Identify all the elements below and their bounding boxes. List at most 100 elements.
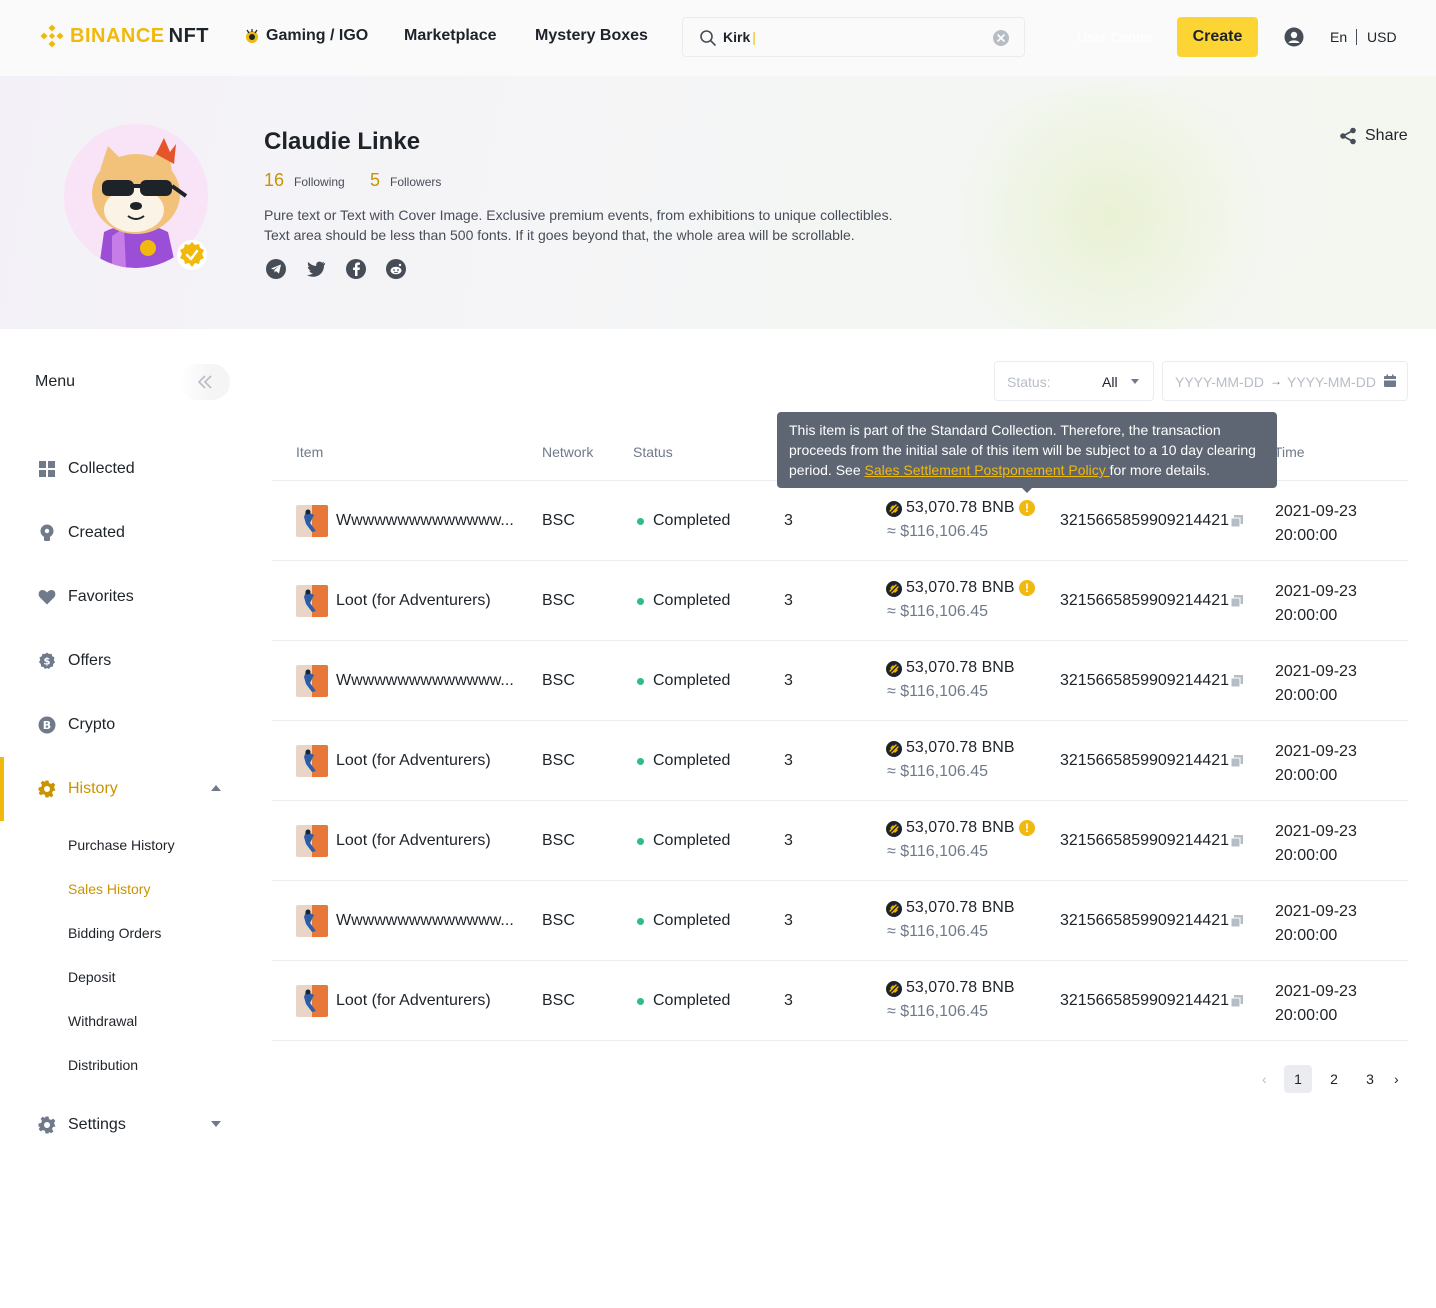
sidebar-item-favorites[interactable]: Favorites (0, 577, 240, 617)
table-row[interactable]: Loot (for Adventurers) BSC Completed 3 53,07… (272, 560, 1408, 640)
sidebar-item-settings[interactable]: Settings (0, 1105, 240, 1145)
nft-thumbnail[interactable] (296, 505, 328, 537)
nav-mystery-boxes[interactable]: Mystery Boxes (535, 27, 648, 45)
date-text: 2021-09-23 (1275, 823, 1357, 840)
copy-icon[interactable] (1231, 835, 1243, 847)
transaction-id: 3215665859909214421 (1060, 832, 1230, 849)
bnb-coin-icon (886, 981, 902, 997)
sub-item-purchase-history[interactable]: Purchase History (68, 837, 175, 853)
sub-item-withdrawal[interactable]: Withdrawal (68, 1013, 137, 1029)
reddit-icon[interactable] (386, 259, 406, 279)
sidebar-item-history[interactable]: History (0, 757, 240, 821)
date-range-picker[interactable]: YYYY-MM-DD → YYYY-MM-DD (1162, 361, 1408, 401)
status-value: Completed (653, 752, 731, 769)
pagination-page-2[interactable]: 2 (1320, 1065, 1348, 1093)
menu-title: Menu (35, 373, 76, 390)
time-value: 2021-09-23 20:00:00 (1275, 500, 1357, 548)
fiat-value: ≈ $116,106.45 (887, 763, 989, 780)
sidebar-item-collected[interactable]: Collected (0, 449, 240, 489)
time-text: 20:00:00 (1275, 767, 1338, 784)
time-value: 2021-09-23 20:00:00 (1275, 580, 1357, 628)
item-name[interactable]: Loot (for Adventurers) (336, 592, 491, 610)
nft-thumbnail[interactable] (296, 905, 328, 937)
share-icon (1340, 127, 1356, 145)
copy-icon[interactable] (1231, 995, 1243, 1007)
binance-logo-icon (40, 24, 64, 48)
share-button[interactable]: Share (1339, 127, 1408, 145)
pagination-next-button[interactable]: › (1394, 1071, 1399, 1087)
item-name[interactable]: Wwwwwwwwwwwwww... (336, 912, 514, 930)
following-stat[interactable]: 16 Following (264, 170, 345, 191)
time-text: 20:00:00 (1275, 527, 1338, 544)
item-name[interactable]: Loot (for Adventurers) (336, 992, 491, 1010)
language-selector[interactable]: En (1330, 29, 1347, 45)
copy-icon[interactable] (1231, 675, 1243, 687)
currency-selector[interactable]: USD (1367, 29, 1397, 45)
chevron-up-icon (211, 785, 221, 791)
nft-thumbnail[interactable] (296, 825, 328, 857)
nft-thumbnail[interactable] (296, 745, 328, 777)
date-text: 2021-09-23 (1275, 983, 1357, 1000)
sidebar-item-created[interactable]: Created (0, 513, 240, 553)
pagination-prev-button[interactable]: ‹ (1262, 1071, 1267, 1087)
nav-gaming-igo[interactable]: Gaming / IGO (244, 27, 368, 45)
clear-search-icon[interactable] (992, 29, 1010, 47)
item-name[interactable]: Loot (for Adventurers) (336, 832, 491, 850)
search-input[interactable]: Kirk | (682, 17, 1025, 57)
status-filter-select[interactable]: Status: All (994, 361, 1154, 401)
followers-label: Followers (390, 175, 442, 189)
table-row[interactable]: Loot (for Adventurers) BSC Completed 3 53,07… (272, 720, 1408, 800)
warning-icon[interactable]: ! (1019, 580, 1035, 596)
time-text: 20:00:00 (1275, 607, 1338, 624)
table-row[interactable]: Wwwwwwwwwwwwww... BSC Completed 3 53,070.78 … (272, 640, 1408, 720)
item-name[interactable]: Loot (for Adventurers) (336, 752, 491, 770)
twitter-icon[interactable] (306, 259, 326, 279)
nft-thumbnail[interactable] (296, 665, 328, 697)
facebook-icon[interactable] (346, 259, 366, 279)
sub-item-deposit[interactable]: Deposit (68, 969, 115, 985)
time-value: 2021-09-23 20:00:00 (1275, 900, 1357, 948)
table-row[interactable]: Loot (for Adventurers) BSC Completed 3 53,07… (272, 800, 1408, 880)
transaction-id: 3215665859909214421 (1060, 992, 1230, 1009)
price-value: 53,070.78 BNB (906, 659, 1015, 676)
nft-thumbnail[interactable] (296, 985, 328, 1017)
sub-item-bidding-orders[interactable]: Bidding Orders (68, 925, 161, 941)
pagination-page-3[interactable]: 3 (1356, 1065, 1384, 1093)
nav-marketplace[interactable]: Marketplace (404, 27, 497, 45)
gear-icon (38, 780, 56, 798)
status-value: Completed (653, 832, 731, 849)
followers-stat[interactable]: 5 Followers (370, 170, 441, 191)
status-value: Completed (653, 512, 731, 529)
nft-thumbnail[interactable] (296, 585, 328, 617)
date-text: 2021-09-23 (1275, 743, 1357, 760)
copy-icon[interactable] (1231, 755, 1243, 767)
item-name[interactable]: Wwwwwwwwwwwwww... (336, 672, 514, 690)
table-row[interactable]: Wwwwwwwwwwwwww... BSC Completed 3 53,070.78 … (272, 480, 1408, 560)
sub-item-distribution[interactable]: Distribution (68, 1057, 138, 1073)
warning-icon[interactable]: ! (1019, 820, 1035, 836)
account-icon[interactable] (1284, 27, 1304, 47)
binance-nft-logo[interactable]: BINANCE NFT (40, 24, 209, 48)
sidebar-item-crypto[interactable]: B Crypto (0, 705, 240, 745)
date-end-input[interactable]: YYYY-MM-DD (1287, 374, 1376, 390)
sales-settlement-policy-link[interactable]: Sales Settlement Postponement Policy (865, 462, 1110, 478)
pagination-page-1[interactable]: 1 (1284, 1065, 1312, 1093)
sub-item-sales-history[interactable]: Sales History (68, 881, 150, 897)
table-row[interactable]: Wwwwwwwwwwwwww... BSC Completed 3 53,070.78 … (272, 880, 1408, 960)
date-start-input[interactable]: YYYY-MM-DD (1175, 374, 1264, 390)
sidebar-item-label: Crypto (68, 716, 116, 733)
create-button[interactable]: Create (1177, 17, 1258, 57)
user-center-link[interactable]: User Center (1077, 29, 1152, 45)
transaction-id: 3215665859909214421 (1060, 512, 1230, 529)
collapse-menu-button[interactable] (180, 364, 230, 400)
warning-icon[interactable]: ! (1019, 500, 1035, 516)
copy-icon[interactable] (1231, 595, 1243, 607)
copy-icon[interactable] (1231, 915, 1243, 927)
copy-icon[interactable] (1231, 515, 1243, 527)
telegram-icon[interactable] (266, 259, 286, 279)
calendar-icon[interactable] (1383, 374, 1397, 388)
search-value: Kirk (723, 29, 751, 45)
item-name[interactable]: Wwwwwwwwwwwwww... (336, 512, 514, 530)
sidebar-item-offers[interactable]: $ Offers (0, 641, 240, 681)
table-row[interactable]: Loot (for Adventurers) BSC Completed 3 53,07… (272, 960, 1408, 1041)
